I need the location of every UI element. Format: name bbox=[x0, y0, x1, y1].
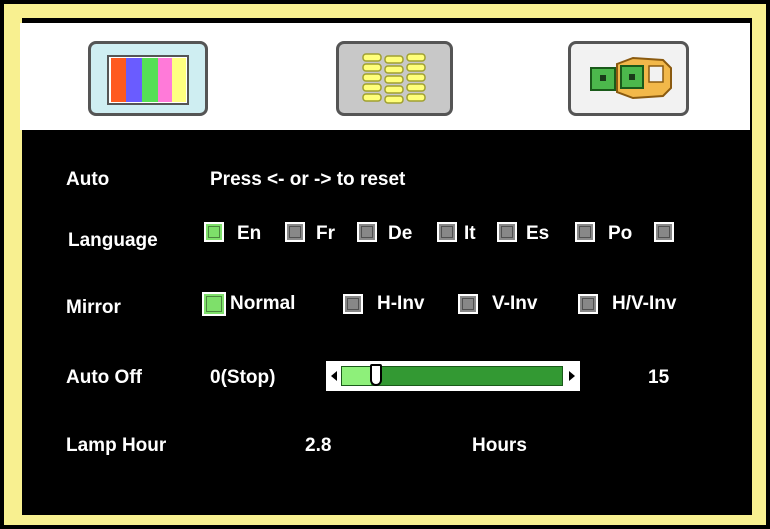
language-it-label: It bbox=[464, 223, 476, 244]
lamp-hour-unit: Hours bbox=[472, 435, 527, 456]
language-label: Language bbox=[68, 230, 158, 251]
tab-bar bbox=[20, 23, 750, 130]
lamp-hour-label: Lamp Hour bbox=[66, 435, 167, 456]
mirror-label: Mirror bbox=[66, 297, 121, 318]
language-extra-checkbox[interactable] bbox=[654, 222, 674, 242]
mirror-vinv-label: V-Inv bbox=[492, 293, 538, 314]
language-en-checkbox[interactable] bbox=[204, 222, 224, 242]
language-po-label: Po bbox=[608, 223, 633, 244]
language-it-checkbox[interactable] bbox=[437, 222, 457, 242]
mirror-vinv-checkbox[interactable] bbox=[458, 294, 478, 314]
mirror-hinv-checkbox[interactable] bbox=[343, 294, 363, 314]
auto-off-slider[interactable] bbox=[326, 361, 580, 391]
mirror-normal-label: Normal bbox=[230, 293, 296, 314]
language-fr-label: Fr bbox=[316, 223, 335, 244]
tab-setup[interactable] bbox=[568, 41, 689, 116]
mirror-hvinv-label: H/V-Inv bbox=[612, 293, 677, 314]
language-es-label: Es bbox=[526, 223, 550, 244]
auto-label: Auto bbox=[66, 169, 110, 190]
slider-thumb[interactable] bbox=[370, 364, 382, 386]
mirror-normal-checkbox[interactable] bbox=[202, 292, 226, 316]
language-en-label: En bbox=[237, 223, 262, 244]
slider-fill bbox=[342, 367, 371, 385]
image-settings-icon bbox=[362, 53, 426, 104]
language-es-checkbox[interactable] bbox=[497, 222, 517, 242]
language-de-label: De bbox=[388, 223, 413, 244]
auto-off-min-label: 0(Stop) bbox=[210, 367, 276, 388]
auto-off-label: Auto Off bbox=[66, 367, 142, 388]
mirror-hvinv-checkbox[interactable] bbox=[578, 294, 598, 314]
language-po-checkbox[interactable] bbox=[575, 222, 595, 242]
language-fr-checkbox[interactable] bbox=[285, 222, 305, 242]
mirror-hinv-label: H-Inv bbox=[377, 293, 425, 314]
auto-off-max-label: 15 bbox=[648, 367, 670, 388]
auto-reset-hint[interactable]: Press <- or -> to reset bbox=[210, 169, 405, 191]
language-de-checkbox[interactable] bbox=[357, 222, 377, 242]
lamp-hour-value: 2.8 bbox=[305, 435, 332, 456]
slider-track bbox=[341, 364, 563, 386]
color-bars-icon bbox=[107, 55, 189, 105]
slider-right-arrow-icon[interactable] bbox=[569, 371, 575, 381]
slider-left-arrow-icon[interactable] bbox=[331, 371, 337, 381]
wrench-icon bbox=[590, 56, 672, 100]
tab-image[interactable] bbox=[336, 41, 453, 116]
tab-color[interactable] bbox=[88, 41, 208, 116]
